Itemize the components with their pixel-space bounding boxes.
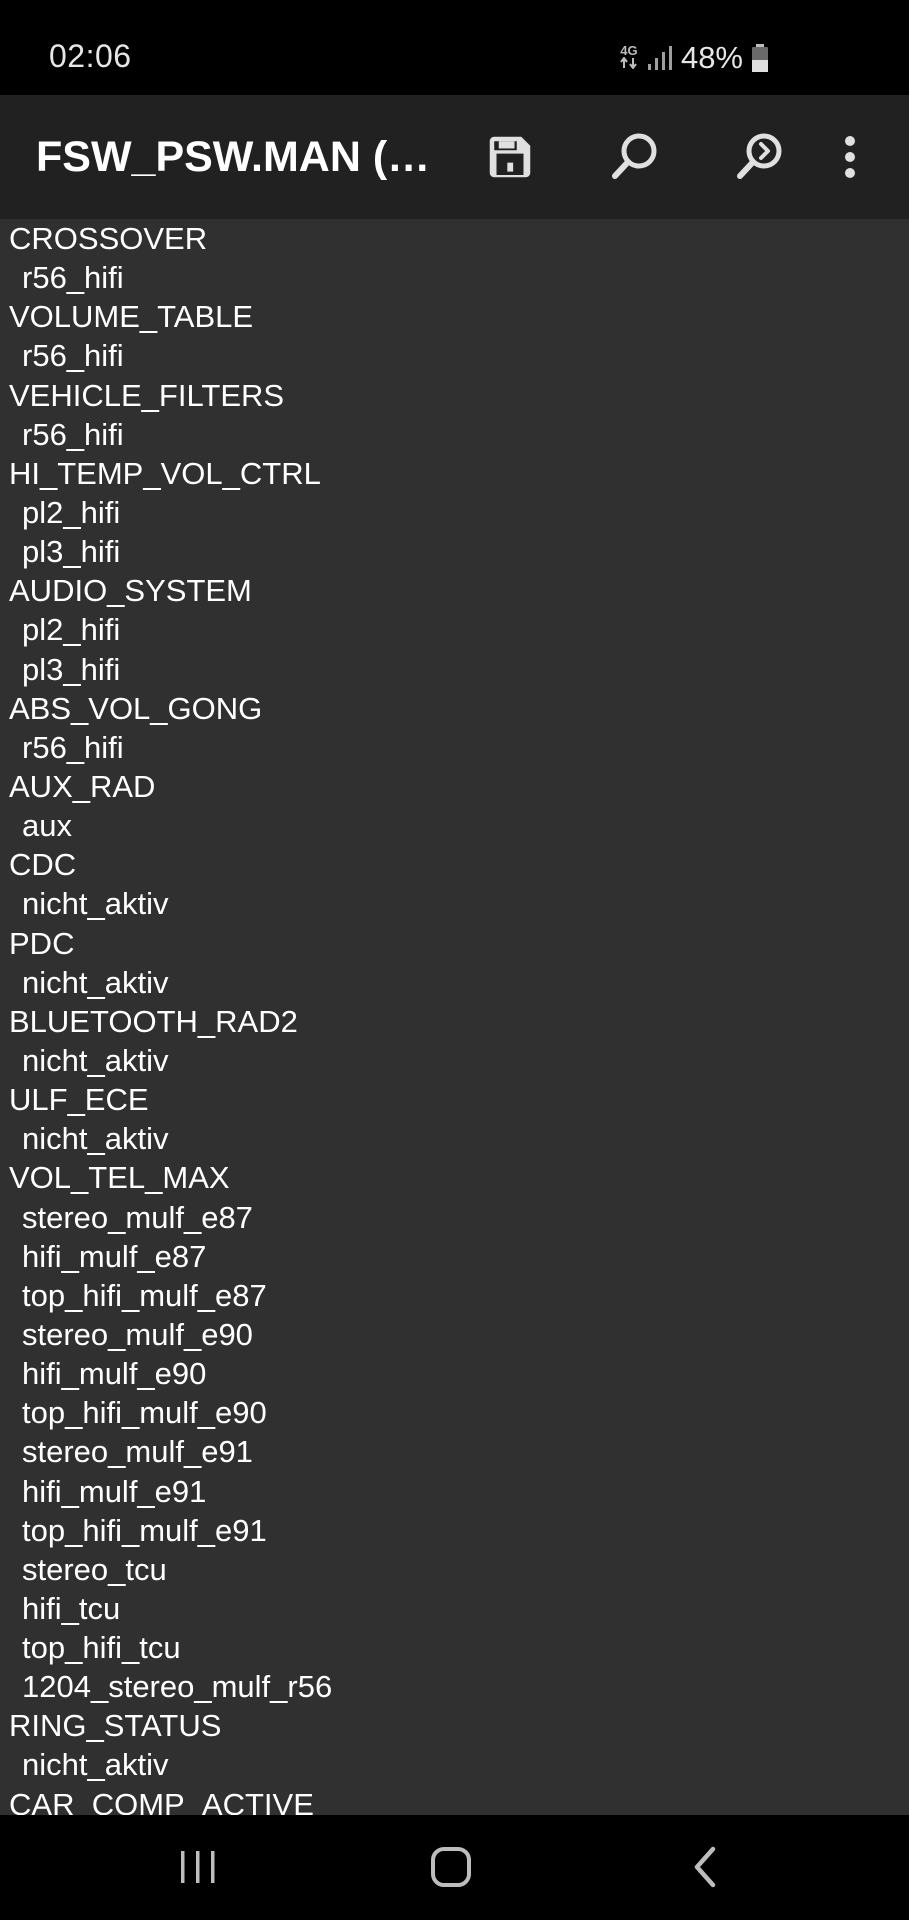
file-line-value: pl3_hifi [22,651,121,687]
file-line-value: nicht_aktiv [22,964,169,1000]
file-line-value: r56_hifi [22,260,124,296]
file-line-section: RING_STATUS [9,1708,222,1744]
file-line-value: nicht_aktiv [22,1747,169,1783]
navigation-bar [0,1815,909,1920]
network-type-icon: 4G [619,43,639,71]
battery-percent: 48% [680,40,743,75]
file-line-value: top_hifi_mulf_e87 [22,1277,267,1313]
file-line-value: hifi_mulf_e91 [22,1473,207,1509]
file-line-value: pl2_hifi [22,494,121,530]
search-icon [612,133,657,179]
status-bar: 02:06 4G 48% [0,0,909,95]
file-line-value: stereo_tcu [22,1551,167,1587]
find-next-icon [737,133,782,179]
find-next-button[interactable] [720,117,800,197]
file-line-value: top_hifi_tcu [22,1630,181,1666]
file-line-value: top_hifi_mulf_e91 [22,1512,267,1548]
file-line-section: ABS_VOL_GONG [9,690,263,726]
file-content[interactable]: CROSSOVER r56_hifi VOLUME_TABLE r56_hifi VEH… [0,219,909,1815]
more-vert-icon [845,136,855,178]
status-time: 02:06 [49,38,132,74]
file-line-value: r56_hifi [22,416,124,452]
file-line-section: CAR_COMP_ACTIVE [9,1786,314,1815]
file-line-value: hifi_mulf_e87 [22,1238,207,1274]
battery-icon [752,44,768,72]
file-line-value: nicht_aktiv [22,1121,169,1157]
file-line-section: VEHICLE_FILTERS [9,377,285,413]
file-line-value: r56_hifi [22,338,124,374]
network-type-label: 4G [620,43,638,58]
file-line-value: nicht_aktiv [22,1042,169,1078]
app-toolbar: FSW_PSW.MAN (И... [0,95,909,219]
file-line-section: CROSSOVER [9,221,208,256]
search-button[interactable] [595,117,675,197]
status-indicators: 4G 48% [619,38,769,78]
file-line-section: HI_TEMP_VOL_CTRL [9,455,321,491]
back-icon [694,1846,716,1888]
signal-icon [647,46,672,70]
file-line-section: VOL_TEL_MAX [9,1160,230,1196]
file-lines: CROSSOVER r56_hifi VOLUME_TABLE r56_hifi VEH… [0,219,909,1815]
home-button[interactable] [406,1835,496,1899]
back-button[interactable] [660,1835,750,1899]
home-icon [431,1847,471,1887]
recent-apps-button[interactable] [153,1835,243,1899]
file-line-value: aux [22,808,72,844]
file-line-value: pl3_hifi [22,534,121,570]
data-arrows-icon [620,56,637,70]
recent-apps-icon [181,1851,215,1883]
overflow-menu-button[interactable] [820,117,880,197]
file-line-section: AUDIO_SYSTEM [9,573,252,609]
save-button[interactable] [470,117,550,197]
file-line-value: top_hifi_mulf_e90 [22,1395,267,1431]
file-line-section: AUX_RAD [9,768,156,804]
file-line-value: r56_hifi [22,729,124,765]
file-line-section: PDC [9,925,75,961]
file-line-value: hifi_tcu [22,1590,121,1626]
file-line-value: stereo_mulf_e90 [22,1316,253,1352]
file-line-value: stereo_mulf_e87 [22,1199,253,1235]
file-title: FSW_PSW.MAN (И... [36,133,444,181]
file-line-section: CDC [9,847,77,883]
file-line-section: BLUETOOTH_RAD2 [9,1003,298,1039]
save-icon [489,136,531,178]
file-line-value: pl2_hifi [22,612,121,648]
file-line-value: stereo_mulf_e91 [22,1434,253,1470]
file-line-section: ULF_ECE [9,1082,149,1118]
file-line-section: VOLUME_TABLE [9,299,254,335]
file-line-value: 1204_stereo_mulf_r56 [22,1669,333,1705]
file-line-value: hifi_mulf_e90 [22,1356,207,1392]
file-line-value: nicht_aktiv [22,886,169,922]
